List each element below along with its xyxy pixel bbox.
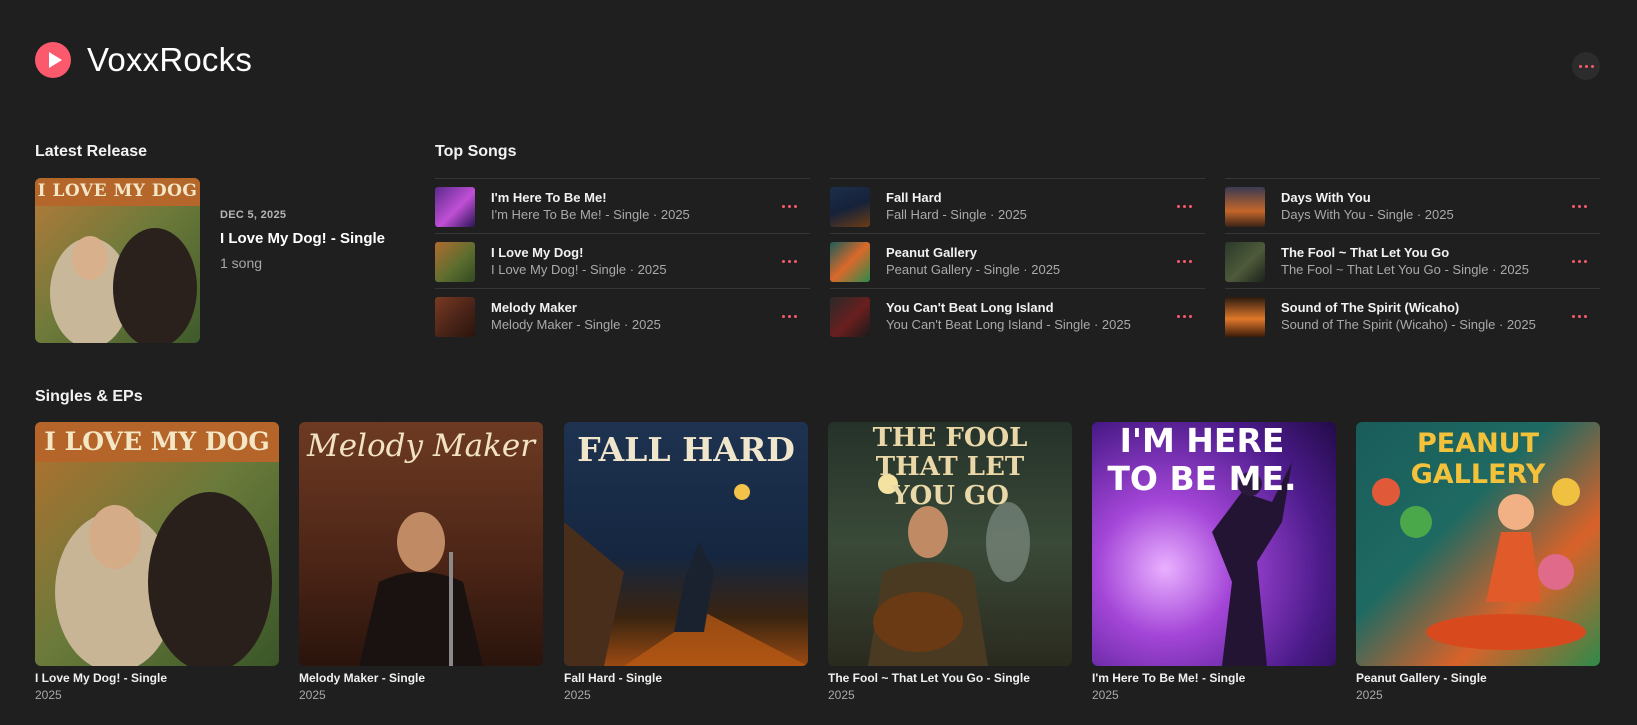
single-tile[interactable]: I LOVE MY DOG I Love My Dog! - Single 20… — [35, 422, 279, 702]
single-cover-text: PEANUT GALLERY — [1410, 428, 1546, 490]
single-title[interactable]: Peanut Gallery - Single — [1356, 671, 1600, 685]
single-cover-text: I LOVE MY DOG — [44, 427, 270, 456]
single-cover-text: I'M HERE TO BE ME. — [1107, 422, 1297, 498]
song-artwork — [830, 187, 870, 227]
song-row[interactable]: Melody Maker Melody Maker - Single · 202… — [435, 288, 810, 343]
song-subtitle: I Love My Dog! - Single · 2025 — [491, 262, 667, 277]
latest-release-meta: DEC 5, 2025 I Love My Dog! - Single 1 so… — [220, 209, 390, 271]
song-artwork — [1225, 242, 1265, 282]
single-cover-text: FALL HARD — [577, 430, 795, 469]
more-icon[interactable] — [1173, 306, 1195, 326]
song-row[interactable]: I'm Here To Be Me! I'm Here To Be Me! - … — [435, 178, 810, 233]
song-artwork — [435, 242, 475, 282]
single-title[interactable]: The Fool ~ That Let You Go - Single — [828, 671, 1072, 685]
song-title: You Can't Beat Long Island — [886, 300, 1054, 315]
single-artwork[interactable]: Melody Maker — [299, 422, 543, 666]
song-row[interactable]: The Fool ~ That Let You Go The Fool ~ Th… — [1225, 233, 1600, 288]
single-tile[interactable]: PEANUT GALLERY Peanut Gallery - Single 2… — [1356, 422, 1600, 702]
song-title: I Love My Dog! — [491, 245, 584, 260]
single-year: 2025 — [564, 688, 591, 702]
single-title[interactable]: Melody Maker - Single — [299, 671, 543, 685]
more-icon[interactable] — [1572, 52, 1600, 80]
single-title[interactable]: I Love My Dog! - Single — [35, 671, 279, 685]
song-title: Days With You — [1281, 190, 1371, 205]
song-subtitle: You Can't Beat Long Island - Single · 20… — [886, 317, 1131, 332]
song-column: Fall Hard Fall Hard - Single · 2025 Pean… — [830, 178, 1205, 343]
more-icon[interactable] — [1568, 196, 1590, 216]
single-year: 2025 — [1092, 688, 1119, 702]
top-songs-heading: Top Songs — [435, 143, 517, 160]
single-cover-text: THE FOOL THAT LET YOU GO — [872, 423, 1028, 511]
more-icon[interactable] — [1173, 196, 1195, 216]
song-row[interactable]: Sound of The Spirit (Wicaho) Sound of Th… — [1225, 288, 1600, 343]
single-year: 2025 — [35, 688, 62, 702]
single-artwork[interactable]: I'M HERE TO BE ME. — [1092, 422, 1336, 666]
singles-shelf: I LOVE MY DOG I Love My Dog! - Single 20… — [35, 422, 1600, 702]
single-artwork[interactable]: I LOVE MY DOG — [35, 422, 279, 666]
song-subtitle: The Fool ~ That Let You Go - Single · 20… — [1281, 262, 1530, 277]
play-icon[interactable] — [35, 42, 71, 78]
single-title[interactable]: Fall Hard - Single — [564, 671, 808, 685]
single-tile[interactable]: FALL HARD Fall Hard - Single 2025 — [564, 422, 808, 702]
song-subtitle: Days With You - Single · 2025 — [1281, 207, 1454, 222]
single-artwork[interactable]: THE FOOL THAT LET YOU GO — [828, 422, 1072, 666]
song-artwork — [830, 242, 870, 282]
artist-header: VoxxRocks — [35, 40, 1600, 80]
more-icon[interactable] — [1173, 251, 1195, 271]
artist-name: VoxxRocks — [87, 41, 253, 78]
song-title: Sound of The Spirit (Wicaho) — [1281, 300, 1460, 315]
song-subtitle: Sound of The Spirit (Wicaho) - Single · … — [1281, 317, 1536, 332]
song-subtitle: Fall Hard - Single · 2025 — [886, 207, 1027, 222]
song-subtitle: Peanut Gallery - Single · 2025 — [886, 262, 1061, 277]
release-title[interactable]: I Love My Dog! - Single — [220, 230, 390, 247]
song-subtitle: Melody Maker - Single · 2025 — [491, 317, 661, 332]
song-title: Peanut Gallery — [886, 245, 978, 260]
single-artwork[interactable]: FALL HARD — [564, 422, 808, 666]
release-date: DEC 5, 2025 — [220, 209, 287, 221]
song-artwork — [435, 187, 475, 227]
song-row[interactable]: Peanut Gallery Peanut Gallery - Single ·… — [830, 233, 1205, 288]
song-artwork — [1225, 297, 1265, 337]
song-artwork — [435, 297, 475, 337]
release-song-count: 1 song — [220, 255, 263, 271]
more-icon[interactable] — [778, 251, 800, 271]
single-title[interactable]: I'm Here To Be Me! - Single — [1092, 671, 1336, 685]
song-subtitle: I'm Here To Be Me! - Single · 2025 — [491, 207, 690, 222]
song-title: I'm Here To Be Me! — [491, 190, 607, 205]
single-cover-text: Melody Maker — [306, 428, 536, 464]
single-year: 2025 — [828, 688, 855, 702]
single-year: 2025 — [1356, 688, 1383, 702]
top-songs-grid: I'm Here To Be Me! I'm Here To Be Me! - … — [435, 178, 1600, 340]
more-icon[interactable] — [1568, 306, 1590, 326]
song-title: Fall Hard — [886, 190, 942, 205]
single-year: 2025 — [299, 688, 326, 702]
single-tile[interactable]: I'M HERE TO BE ME. I'm Here To Be Me! - … — [1092, 422, 1336, 702]
song-artwork — [1225, 187, 1265, 227]
song-row[interactable]: I Love My Dog! I Love My Dog! - Single ·… — [435, 233, 810, 288]
song-row[interactable]: Fall Hard Fall Hard - Single · 2025 — [830, 178, 1205, 233]
song-column: Days With You Days With You - Single · 2… — [1225, 178, 1600, 343]
single-tile[interactable]: THE FOOL THAT LET YOU GO The Fool ~ That… — [828, 422, 1072, 702]
more-icon[interactable] — [778, 196, 800, 216]
latest-release-heading: Latest Release — [35, 143, 148, 160]
single-tile[interactable]: Melody Maker Melody Maker - Single 2025 — [299, 422, 543, 702]
more-icon[interactable] — [778, 306, 800, 326]
song-title: Melody Maker — [491, 300, 577, 315]
latest-release-cover[interactable]: I LOVE MY DOG — [35, 178, 200, 343]
song-column: I'm Here To Be Me! I'm Here To Be Me! - … — [435, 178, 810, 343]
latest-cover-text: I LOVE MY DOG — [37, 181, 198, 201]
song-artwork — [830, 297, 870, 337]
song-title: The Fool ~ That Let You Go — [1281, 245, 1450, 260]
more-icon[interactable] — [1568, 251, 1590, 271]
singles-heading: Singles & EPs — [35, 388, 143, 405]
song-row[interactable]: Days With You Days With You - Single · 2… — [1225, 178, 1600, 233]
single-artwork[interactable]: PEANUT GALLERY — [1356, 422, 1600, 666]
song-row[interactable]: You Can't Beat Long Island You Can't Bea… — [830, 288, 1205, 343]
